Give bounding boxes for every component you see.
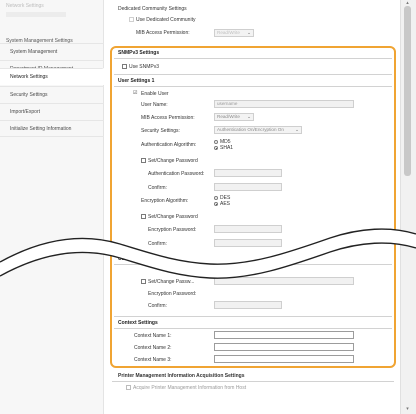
acquire-printer-info-label: Acquire Printer Management Information f… <box>133 385 247 391</box>
top-mib-access-label: MIB Access Permission: <box>136 30 190 36</box>
context-name-3-label: Context Name 3: <box>134 357 172 363</box>
divider <box>114 86 392 87</box>
user-settings-1-title: User Settings 1 <box>118 78 155 84</box>
auth-sha1-label: SHA1 <box>220 145 234 151</box>
security-settings-select[interactable]: Authentication On/Encryption On ⌄ <box>214 126 302 134</box>
enc-des-radio[interactable] <box>214 196 218 200</box>
auth-confirm-label: Confirm: <box>148 185 167 191</box>
enc-password-input[interactable] <box>214 225 282 233</box>
top-mib-access-value: Read/Write <box>217 30 240 35</box>
sidebar: Network Settings System Management Setti… <box>0 0 104 414</box>
use-dedicated-community-checkbox[interactable] <box>129 17 134 22</box>
context-name-3-input[interactable] <box>214 355 354 363</box>
scrollbar-thumb[interactable] <box>404 6 411 176</box>
enc-confirm-input[interactable] <box>214 239 282 247</box>
chevron-down-icon: ⌄ <box>295 127 299 132</box>
arrow-down-icon[interactable]: ▾ <box>404 406 411 412</box>
acquire-printer-info-checkbox[interactable] <box>126 385 131 390</box>
set-change-auth-password-checkbox[interactable] <box>141 158 146 163</box>
auth-sha1-radio[interactable] <box>214 146 218 150</box>
auth-password-input[interactable] <box>214 169 282 177</box>
user3-set-change-password-checkbox[interactable] <box>141 279 146 284</box>
divider <box>114 264 392 265</box>
mib-access-select[interactable]: Read/Write ⌄ <box>214 113 254 121</box>
enc-aes-label: AES <box>220 201 231 207</box>
snmpv3-panel: SNMPv3 Settings Use SNMPv3 User Settings… <box>110 46 396 368</box>
auth-algorithm-label: Authentication Algorithm: <box>141 142 197 148</box>
sidebar-faded-bar <box>6 12 66 17</box>
sidebar-item-initialize[interactable]: Initialize Setting Information <box>0 120 104 137</box>
divider <box>114 316 392 317</box>
set-change-enc-password-checkbox[interactable] <box>141 214 146 219</box>
user3-confirm-input[interactable] <box>214 301 282 309</box>
mib-access-label: MIB Access Permission: <box>141 115 195 121</box>
divider <box>114 74 392 75</box>
divider <box>112 381 394 382</box>
user-name-label: User Name: <box>141 102 168 108</box>
set-change-auth-password-label: Set/Change Password <box>148 158 198 164</box>
context-name-1-label: Context Name 1: <box>134 333 172 339</box>
snmpv3-title: SNMPv3 Settings <box>118 50 160 56</box>
context-settings-title: Context Settings <box>118 320 158 326</box>
printer-mgmt-title: Printer Management Information Acquisiti… <box>118 373 245 379</box>
user3-confirm-label: Confirm: <box>148 303 167 309</box>
sidebar-item-security-settings[interactable]: Security Settings <box>0 86 104 103</box>
sidebar-item-import-export[interactable]: Import/Export <box>0 103 104 120</box>
user3-field-input[interactable] <box>214 277 354 285</box>
use-dedicated-community-label: Use Dedicated Community <box>136 17 196 23</box>
auth-md5-radio[interactable] <box>214 140 218 144</box>
auth-confirm-input[interactable] <box>214 183 282 191</box>
context-name-2-input[interactable] <box>214 343 354 351</box>
sidebar-faded-item: Network Settings <box>6 3 44 9</box>
enc-password-label: Encryption Password: <box>148 227 197 233</box>
sidebar-item-network-settings[interactable]: Network Settings <box>0 68 104 85</box>
enable-user-label: Enable User <box>141 91 169 97</box>
chevron-down-icon: ⌄ <box>247 114 251 119</box>
security-settings-label: Security Settings: <box>141 128 180 134</box>
auth-password-label: Authentication Password: <box>148 171 205 177</box>
divider <box>114 58 392 59</box>
top-mib-access-select[interactable]: Read/Write ⌄ <box>214 29 254 37</box>
mib-access-value: Read/Write <box>217 114 240 119</box>
enc-confirm-label: Confirm: <box>148 241 167 247</box>
enc-aes-radio[interactable] <box>214 202 218 206</box>
user-settings-3-title: User Settings 3 <box>118 256 155 262</box>
context-name-1-input[interactable] <box>214 331 354 339</box>
divider <box>114 328 392 329</box>
enable-user-check-icon[interactable]: ☑ <box>133 90 137 96</box>
security-settings-value: Authentication On/Encryption On <box>217 127 284 132</box>
user-name-input[interactable]: username <box>214 100 354 108</box>
use-snmpv3-label: Use SNMPv3 <box>129 64 160 70</box>
context-name-2-label: Context Name 2: <box>134 345 172 351</box>
chevron-down-icon: ⌄ <box>247 30 251 35</box>
set-change-enc-password-label: Set/Change Password <box>148 214 198 220</box>
dedicated-community-title: Dedicated Community Settings <box>118 6 187 12</box>
enc-algorithm-label: Encryption Algorithm: <box>141 198 189 204</box>
user3-set-change-password-label: Set/Change Passw... <box>148 279 195 285</box>
use-snmpv3-checkbox[interactable] <box>122 64 127 69</box>
user3-enc-password-label: Encryption Password: <box>148 291 197 297</box>
sidebar-item-system-management[interactable]: System Management <box>0 43 104 60</box>
